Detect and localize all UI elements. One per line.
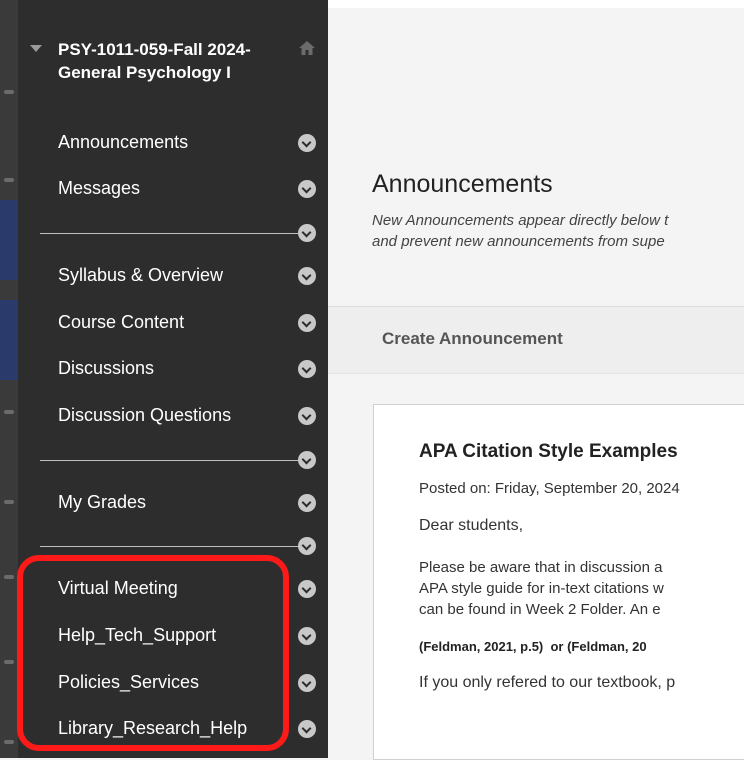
create-announcement-button[interactable]: Create Announcement [382,329,563,349]
chevron-down-circle-icon[interactable] [298,720,316,738]
action-bar: Create Announcement [328,306,744,374]
chevron-down-circle-icon[interactable] [298,360,316,378]
sidebar-item-my-grades[interactable]: My Grades [18,484,328,524]
announcement-last-line: If you only refered to our textbook, p [419,674,676,691]
sidebar-item-label: My Grades [58,492,147,512]
sidebar-item-announcements[interactable]: Announcements [18,124,328,164]
sidebar-item-label: Announcements [58,132,189,152]
chevron-down-circle-icon[interactable] [298,314,316,332]
menu-divider [40,233,302,234]
main-content: Announcements New Announcements appear d… [328,0,744,760]
page-description: New Announcements appear directly below … [372,212,669,250]
announcement-citation-example: (Feldman, 2021, p.5) or (Feldman, 20 [419,639,647,654]
red-annotation-highlight [17,555,289,751]
chevron-down-circle-icon[interactable] [298,537,316,555]
chevron-down-circle-icon[interactable] [298,134,316,152]
sidebar-item-label: Discussion Questions [58,405,232,425]
triangle-down-icon[interactable] [30,45,42,52]
sidebar-item-label: Messages [58,178,141,198]
chevron-down-circle-icon[interactable] [298,407,316,425]
chevron-down-circle-icon[interactable] [298,580,316,598]
announcement-card: APA Citation Style Examples Posted on: F… [373,404,744,760]
chevron-down-circle-icon[interactable] [298,180,316,198]
course-title[interactable]: PSY-1011-059-Fall 2024- General Psycholo… [58,38,288,84]
sidebar-item-discussions[interactable]: Discussions [18,350,328,390]
sidebar-item-messages[interactable]: Messages [18,170,328,210]
sidebar-item-label: Course Content [58,312,185,332]
chevron-down-circle-icon[interactable] [298,627,316,645]
menu-divider [40,546,302,547]
home-icon[interactable] [298,40,316,56]
sidebar-item-syllabus[interactable]: Syllabus & Overview [18,257,328,297]
top-strip [328,0,744,8]
course-title-text: PSY-1011-059-Fall 2024- General Psycholo… [58,40,251,82]
chevron-down-circle-icon[interactable] [298,224,316,242]
announcement-greeting: Dear students, [419,517,524,534]
announcement-body: Please be aware that in discussion a APA… [419,559,664,618]
chevron-down-circle-icon[interactable] [298,674,316,692]
sidebar-item-discussion-questions[interactable]: Discussion Questions [18,397,328,437]
left-edge-accent [0,200,18,280]
menu-divider [40,460,302,461]
page-title: Announcements [372,170,553,198]
announcement-title: APA Citation Style Examples [419,441,678,462]
sidebar-item-label: Discussions [58,358,155,378]
sidebar-item-label: Syllabus & Overview [58,265,224,285]
chevron-down-circle-icon[interactable] [298,267,316,285]
chevron-down-circle-icon[interactable] [298,494,316,512]
left-edge-accent [0,300,18,380]
announcement-posted-date: Posted on: Friday, September 20, 2024 [419,480,680,497]
sidebar-item-course-content[interactable]: Course Content [18,304,328,344]
chevron-down-circle-icon[interactable] [298,451,316,469]
